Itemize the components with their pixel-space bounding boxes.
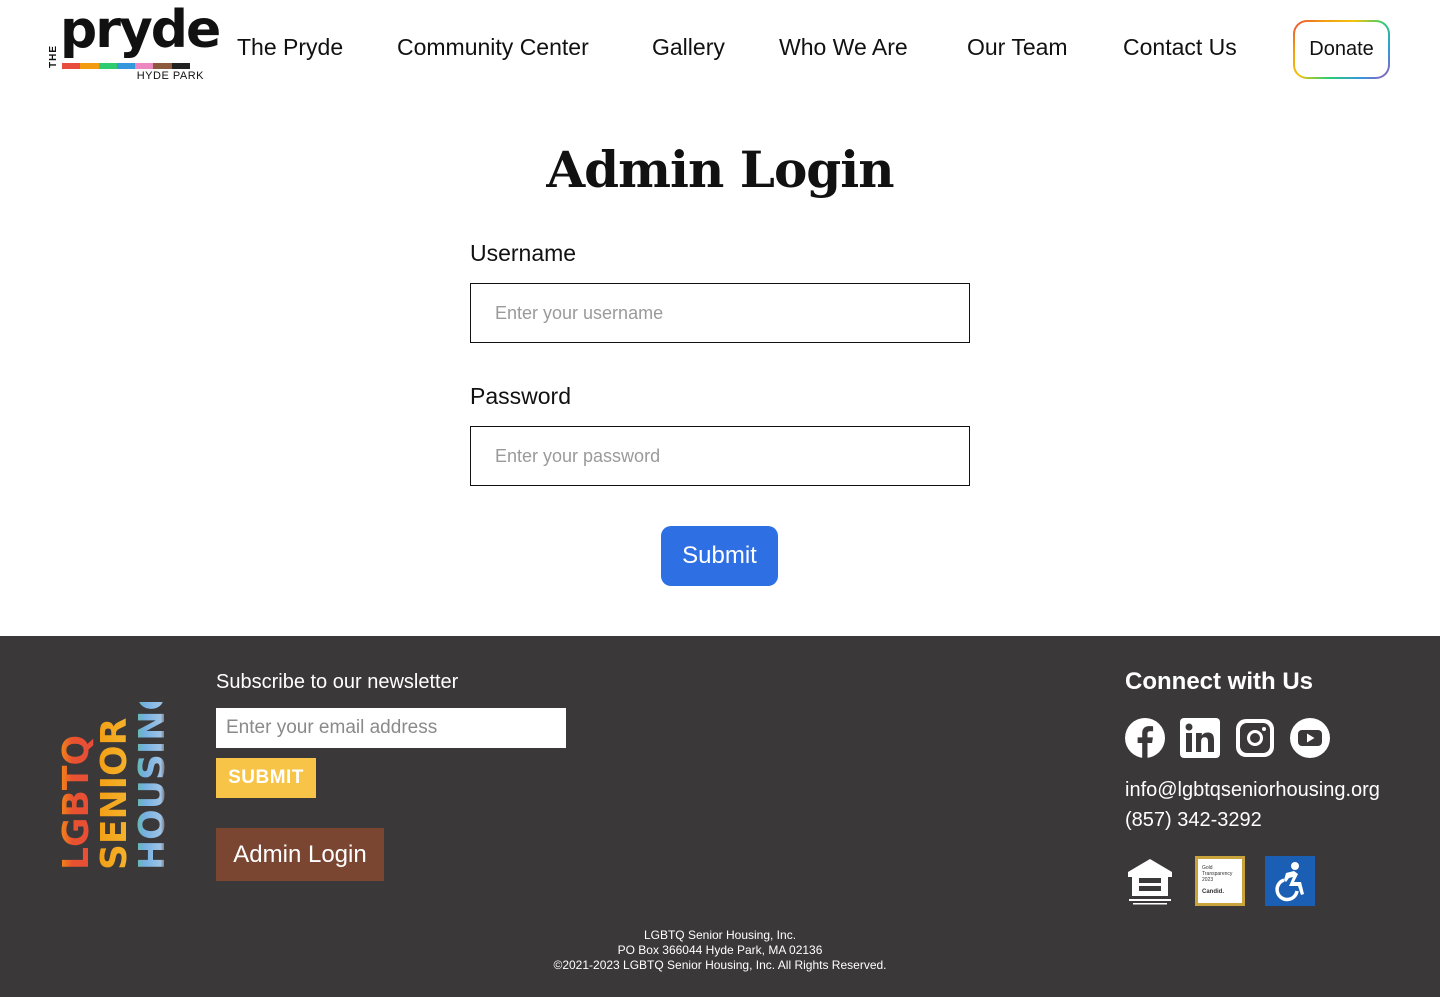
logo-stripes (62, 63, 190, 69)
newsletter-submit-button[interactable]: SUBMIT (216, 758, 316, 798)
username-label: Username (470, 240, 577, 266)
logo-stripe (62, 63, 81, 69)
nav-contact-us[interactable]: Contact Us (1123, 34, 1237, 61)
site-header: THE pryde HYDE PARK The Pryde Community … (0, 0, 1440, 100)
nav-community-center[interactable]: Community Center (397, 34, 589, 61)
legal-line-3: ©2021-2023 LGBTQ Senior Housing, Inc. Al… (553, 958, 887, 972)
youtube-icon[interactable] (1290, 718, 1330, 758)
contact-email[interactable]: info@lgbtqseniorhousing.org (1125, 779, 1380, 802)
site-footer: LGBTQ SENIOR HOUSING Subscribe to our ne… (0, 636, 1440, 997)
certification-badges: Gold Transparency 2023 Candid. (1125, 856, 1315, 906)
nav-gallery[interactable]: Gallery (652, 34, 725, 61)
donate-button[interactable]: Donate (1293, 20, 1390, 79)
logo-prefix: THE (48, 45, 59, 68)
logo-word-1: LGBTQ (56, 735, 97, 870)
password-label: Password (470, 383, 571, 409)
nav-who-we-are[interactable]: Who We Are (779, 34, 908, 61)
logo-stripe (116, 63, 136, 69)
instagram-icon[interactable] (1235, 718, 1275, 758)
donate-label: Donate (1295, 22, 1388, 77)
logo-graphic: LGBTQ SENIOR HOUSING (56, 681, 173, 870)
contact-phone[interactable]: (857) 342-3292 (1125, 809, 1262, 832)
linkedin-icon[interactable] (1180, 718, 1220, 758)
logo-stripe (135, 63, 154, 69)
admin-login-button[interactable]: Admin Login (216, 828, 384, 881)
logo-stripe (80, 63, 99, 69)
legal-line-2: PO Box 366044 Hyde Park, MA 02136 (617, 943, 823, 957)
candid-line-3: 2023 (1202, 877, 1214, 883)
logo-stripe (98, 63, 117, 69)
pryde-logo[interactable]: THE pryde HYDE PARK (48, 4, 221, 86)
candid-seal-icon: Gold Transparency 2023 Candid. (1195, 856, 1245, 906)
submit-button[interactable]: Submit (661, 526, 778, 586)
nav-the-pryde[interactable]: The Pryde (237, 34, 343, 61)
logo-subtitle: HYDE PARK (136, 70, 204, 82)
candid-brand: Candid. (1202, 889, 1224, 895)
password-input[interactable] (470, 426, 970, 486)
logo-word-3: HOUSING (132, 702, 168, 870)
logo-stripe (171, 63, 190, 69)
logo-word-2: SENIOR (94, 718, 135, 870)
equal-housing-icon (1125, 856, 1175, 906)
legal-text: LGBTQ Senior Housing, Inc. PO Box 366044… (0, 928, 1440, 973)
newsletter-email-input[interactable] (216, 708, 566, 748)
newsletter-title: Subscribe to our newsletter (216, 671, 459, 693)
logo-word: pryde (60, 0, 221, 60)
legal-line-1: LGBTQ Senior Housing, Inc. (643, 928, 797, 942)
username-input[interactable] (470, 283, 970, 343)
logo-stripe (153, 63, 172, 69)
connect-title: Connect with Us (1125, 668, 1314, 695)
lgbtq-senior-housing-logo[interactable]: LGBTQ SENIOR HOUSING (56, 681, 173, 872)
page-title: Admin Login (546, 140, 894, 199)
facebook-icon[interactable] (1125, 718, 1165, 758)
social-links (1125, 718, 1330, 758)
accessibility-icon (1265, 856, 1315, 906)
nav-our-team[interactable]: Our Team (967, 34, 1068, 61)
